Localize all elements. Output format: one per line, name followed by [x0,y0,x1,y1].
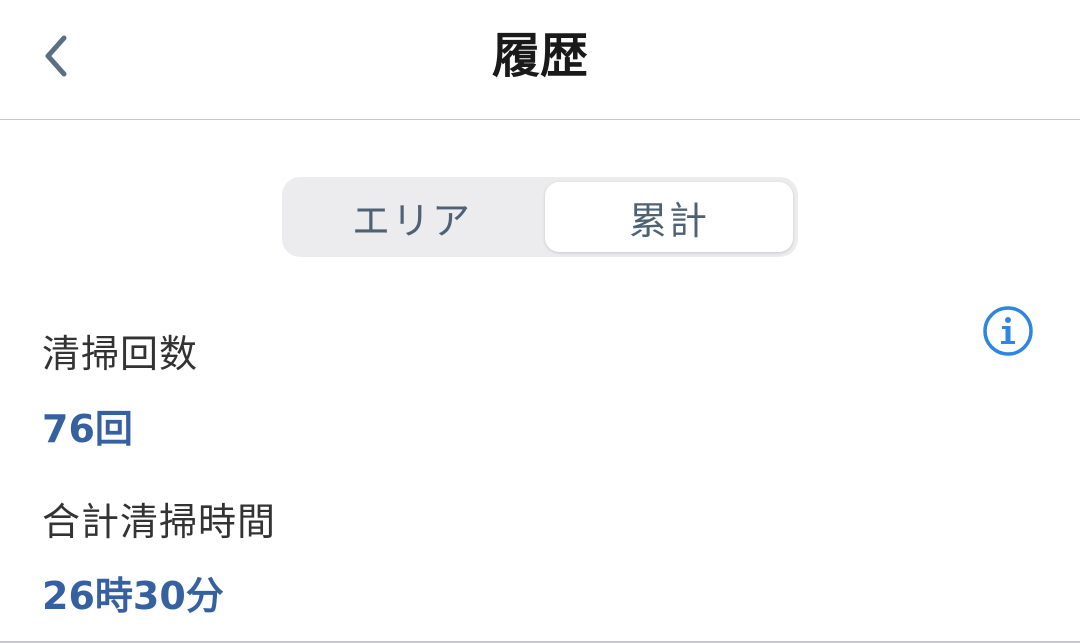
cleaning-count-value: 76回 [42,407,133,451]
info-icon [983,306,1033,356]
total-cleaning-time-value: 26時30分 [42,574,224,618]
cleaning-count-label: 清掃回数 [42,332,199,376]
segmented-control: エリア 累計 [282,177,798,257]
tab-total[interactable]: 累計 [545,182,793,252]
page-title: 履歴 [491,28,588,84]
info-button[interactable] [982,305,1034,357]
total-cleaning-time-label: 合計清掃時間 [42,500,277,544]
tab-area[interactable]: エリア [287,182,537,252]
navigation-bar: 履歴 [0,0,1080,120]
